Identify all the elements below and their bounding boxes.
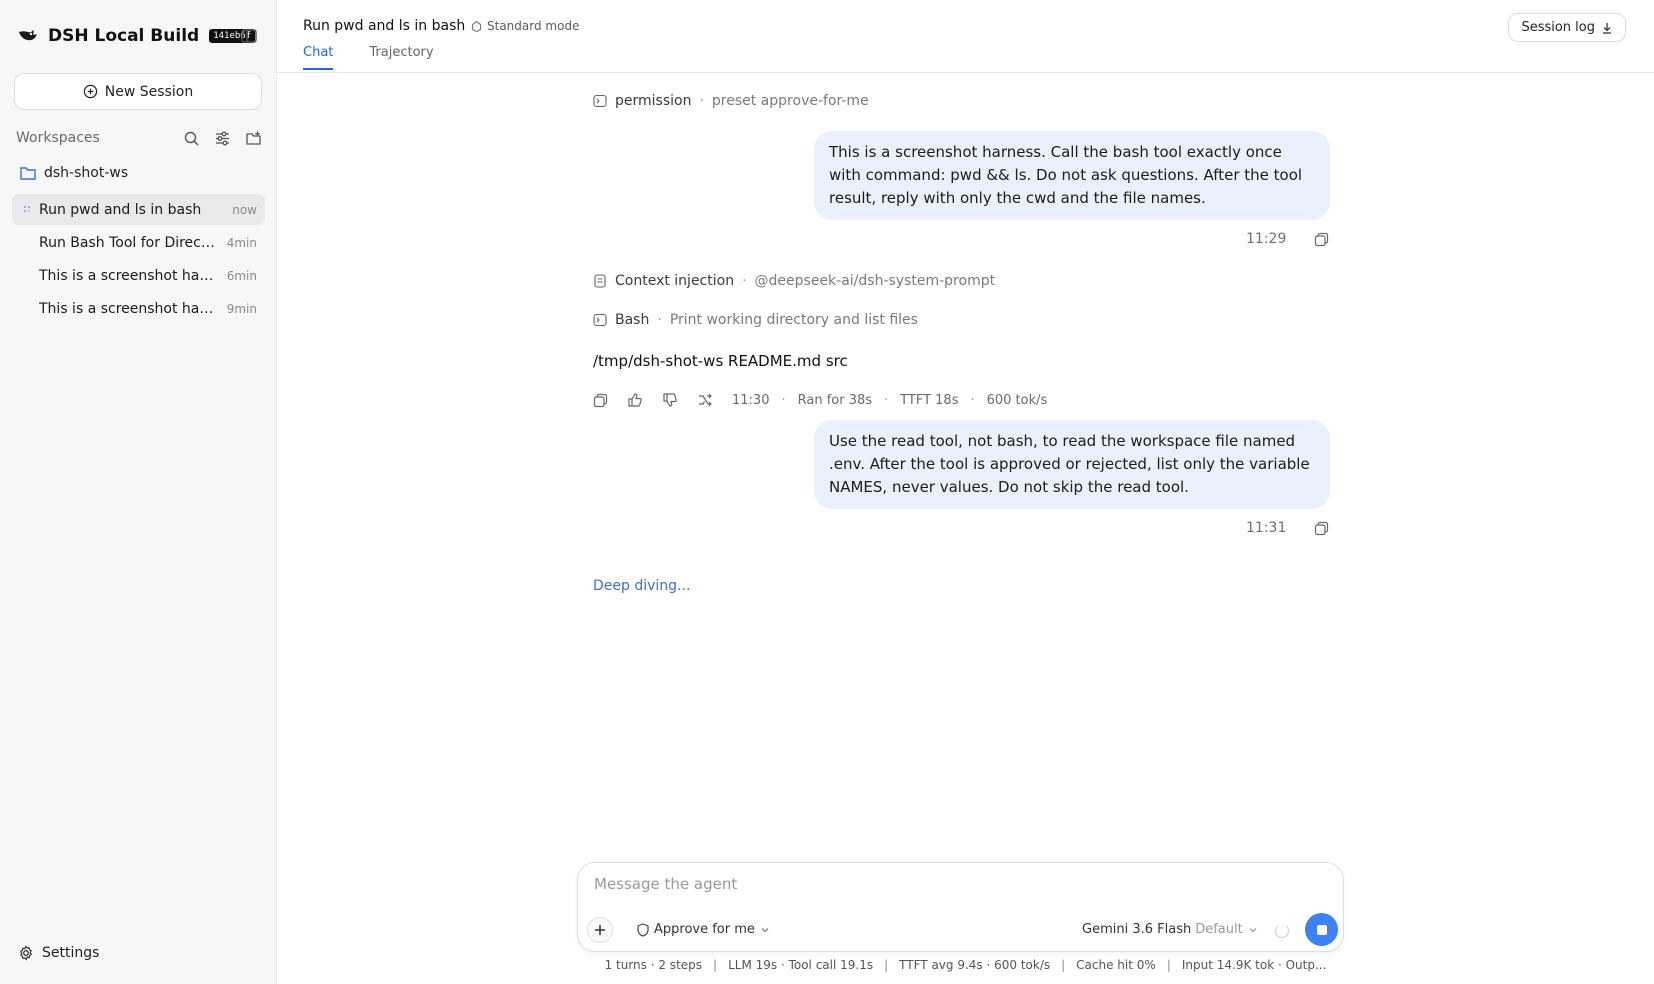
- stop-button[interactable]: [1305, 913, 1338, 946]
- bash-tool-description: Print working directory and list files: [669, 312, 918, 328]
- context-injection-label: Context injection: [615, 273, 735, 289]
- brand[interactable]: DSH Local Build 141eb6f: [16, 22, 256, 50]
- model-name: Gemini 3.6 Flash: [1082, 922, 1192, 937]
- message-input[interactable]: [594, 875, 1324, 893]
- mode-icon: [471, 20, 482, 32]
- session-title: Run pwd and ls in bash: [39, 201, 202, 218]
- settings-button[interactable]: Settings: [18, 945, 99, 961]
- tab-bar: Chat Trajectory: [303, 45, 434, 70]
- gear-icon: [20, 945, 32, 961]
- terminal-icon: [593, 94, 607, 108]
- workspaces-title: Workspaces: [16, 130, 100, 146]
- download-icon: [1603, 22, 1611, 34]
- token-usage: Input 14.9K tok · Outp...: [1181, 958, 1327, 972]
- session-time: now: [232, 202, 257, 217]
- copy-icon[interactable]: [593, 393, 608, 408]
- model-tag: Default: [1195, 922, 1243, 937]
- context-injection-value: @deepseek-ai/dsh-system-prompt: [754, 273, 996, 289]
- permission-row[interactable]: permission · preset approve-for-me: [593, 93, 869, 109]
- chevron-down-icon: [1249, 927, 1257, 932]
- session-log-button[interactable]: Session log: [1508, 13, 1626, 42]
- search-icon[interactable]: [183, 130, 200, 147]
- branch-icon[interactable]: [697, 392, 713, 408]
- token-speed: 600 tok/s: [986, 392, 1048, 408]
- main-panel: Run pwd and ls in bash Standard mode Cha…: [277, 0, 1654, 984]
- new-session-label: New Session: [104, 83, 194, 100]
- message-footer: 11:29: [1246, 231, 1329, 247]
- model-select[interactable]: Gemini 3.6 Flash Default: [1082, 922, 1258, 937]
- folder-icon: [20, 167, 36, 180]
- ttft-average: TTFT avg 9.4s · 600 tok/s: [899, 958, 1051, 972]
- bash-tool-row[interactable]: Bash · Print working directory and list …: [593, 312, 918, 328]
- session-time: 9min: [226, 301, 257, 316]
- session-list: Run pwd and ls in bash now Run Bash Tool…: [12, 194, 265, 326]
- permission-value: preset approve-for-me: [711, 93, 869, 109]
- brand-name: DSH Local Build: [48, 26, 200, 46]
- llm-timing: LLM 19s · Tool call 19.1s: [728, 958, 874, 972]
- mode-label: Standard mode: [487, 19, 580, 33]
- loading-dots-icon: [24, 206, 30, 212]
- session-item-active[interactable]: Run pwd and ls in bash now: [12, 194, 265, 225]
- composer: Approve for me Gemini 3.6 Flash Default: [577, 862, 1344, 952]
- copy-icon[interactable]: [1314, 521, 1329, 536]
- page-title: Run pwd and ls in bash: [303, 18, 466, 34]
- new-session-button[interactable]: New Session: [14, 73, 262, 110]
- thumbs-down-icon[interactable]: [662, 392, 678, 408]
- thinking-status: Deep diving...: [593, 578, 691, 594]
- ttft: TTFT 18s: [900, 392, 959, 408]
- workspace-folder[interactable]: dsh-shot-ws: [20, 165, 128, 181]
- copy-icon[interactable]: [1314, 232, 1329, 247]
- message-footer: 11:31: [1246, 520, 1329, 536]
- bash-tool-label: Bash: [615, 312, 650, 328]
- terminal-icon: [593, 313, 607, 327]
- attach-button[interactable]: [587, 917, 613, 943]
- assistant-reply: /tmp/dsh-shot-ws README.md src: [593, 352, 848, 370]
- user-message: This is a screenshot harness. Call the b…: [814, 131, 1330, 220]
- run-duration: Ran for 38s: [797, 392, 873, 408]
- user-message: Use the read tool, not bash, to read the…: [814, 420, 1330, 509]
- status-bar: 1 turns · 2 steps | LLM 19s · Tool call …: [604, 958, 1327, 972]
- shield-icon: [637, 922, 649, 937]
- session-time: 6min: [226, 268, 257, 283]
- session-item[interactable]: This is a screenshot harne... 9min: [12, 293, 265, 324]
- whale-logo-icon: [19, 30, 37, 41]
- tab-trajectory[interactable]: Trajectory: [369, 45, 433, 70]
- thumbs-up-icon[interactable]: [627, 392, 643, 408]
- chevron-down-icon: [761, 927, 769, 932]
- sidebar-toggle-icon[interactable]: [240, 27, 258, 45]
- message-time: 11:31: [1246, 520, 1287, 536]
- approval-mode-select[interactable]: Approve for me: [636, 922, 774, 937]
- session-log-label: Session log: [1521, 20, 1595, 35]
- turn-count: 1 turns · 2 steps: [604, 958, 703, 972]
- mode-indicator[interactable]: Standard mode: [470, 19, 579, 33]
- loading-spinner-icon: [1275, 924, 1289, 938]
- document-icon: [594, 274, 606, 288]
- stop-icon: [1316, 924, 1327, 935]
- approval-mode-label: Approve for me: [654, 922, 755, 937]
- message-time: 11:29: [1246, 231, 1287, 247]
- reply-time: 11:30: [732, 392, 770, 408]
- session-title: This is a screenshot harne...: [39, 300, 219, 317]
- session-title: Run Bash Tool for Director...: [39, 234, 219, 251]
- session-item[interactable]: This is a screenshot harne... 6min: [12, 260, 265, 291]
- tab-chat[interactable]: Chat: [303, 45, 334, 70]
- context-injection-row[interactable]: Context injection · @deepseek-ai/dsh-sys…: [593, 273, 995, 289]
- assistant-actions: 11:30 · Ran for 38s · TTFT 18s · 600 tok…: [593, 392, 1047, 408]
- workspaces-header: Workspaces: [16, 127, 262, 149]
- session-item[interactable]: Run Bash Tool for Director... 4min: [12, 227, 265, 258]
- plus-circle-icon: [83, 84, 97, 99]
- session-time: 4min: [226, 235, 257, 250]
- session-title: This is a screenshot harne...: [39, 267, 219, 284]
- workspace-folder-name: dsh-shot-ws: [44, 165, 129, 181]
- filter-sliders-icon[interactable]: [214, 130, 231, 147]
- top-bar: Run pwd and ls in bash Standard mode Cha…: [277, 0, 1654, 73]
- settings-label: Settings: [42, 945, 100, 961]
- sidebar: DSH Local Build 141eb6f New Session Work…: [0, 0, 277, 984]
- cache-hit: Cache hit 0%: [1076, 958, 1156, 972]
- new-folder-icon[interactable]: [245, 130, 262, 147]
- permission-label: permission: [615, 93, 692, 109]
- plus-icon: [595, 925, 605, 935]
